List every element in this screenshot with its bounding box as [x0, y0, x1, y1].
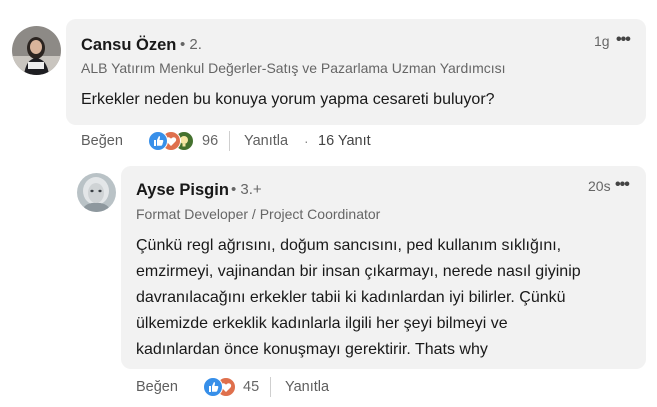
more-options-icon[interactable]: ••• [615, 176, 630, 194]
reactions-summary[interactable] [148, 131, 198, 153]
timestamp: 20s [588, 178, 611, 194]
reply-text-line: Çünkü regl ağrısını, doğum sancısını, pe… [136, 237, 562, 254]
reaction-count[interactable]: 96 [202, 133, 218, 149]
action-divider [229, 131, 230, 151]
replies-count-link[interactable]: 16 Yanıt [318, 133, 371, 149]
reply-text-line: davranılacağını erkekler tabii ki kadınl… [136, 289, 566, 306]
reaction-count[interactable]: 45 [243, 379, 259, 395]
timestamp: 1g [594, 33, 610, 49]
comment-bubble: Cansu Özen • 2. ALB Yatırım Menkul Değer… [66, 19, 646, 125]
like-icon [203, 377, 223, 397]
comment-author-name[interactable]: Cansu Özen [81, 36, 176, 55]
reply-bubble: Ayse Pisgin • 3.+ Format Developer / Pro… [121, 166, 646, 369]
reply-text: Çünkü regl ağrısını, doğum sancısını, pe… [136, 233, 636, 363]
action-divider [270, 377, 271, 397]
comment-text: Erkekler neden bu konuya yorum yapma ces… [81, 91, 495, 108]
reply-button[interactable]: Yanıtla [285, 379, 329, 395]
like-button[interactable]: Beğen [136, 379, 178, 395]
like-button[interactable]: Beğen [81, 133, 123, 149]
dot-separator: · [304, 133, 309, 149]
avatar[interactable] [77, 173, 116, 212]
connection-degree: • 2. [180, 36, 202, 53]
reply-author-name[interactable]: Ayse Pisgin [136, 181, 229, 200]
reply-text-line: ülkemizde erkeklik kadınlarla ilgili her… [136, 315, 508, 332]
more-options-icon[interactable]: ••• [616, 31, 631, 49]
avatar[interactable] [12, 26, 61, 75]
author-headline: Format Developer / Project Coordinator [136, 206, 381, 222]
like-icon [148, 131, 168, 151]
reply-button[interactable]: Yanıtla [244, 133, 288, 149]
reply-text-line: emzirmeyi, vajinandan bir insan çıkarmay… [136, 263, 581, 280]
author-headline: ALB Yatırım Menkul Değerler-Satış ve Paz… [81, 60, 506, 76]
connection-degree: • 3.+ [231, 181, 262, 198]
reply-text-line: kadınlardan önce konuşmayı gerektirir. T… [136, 341, 488, 358]
reactions-summary[interactable] [203, 377, 241, 399]
